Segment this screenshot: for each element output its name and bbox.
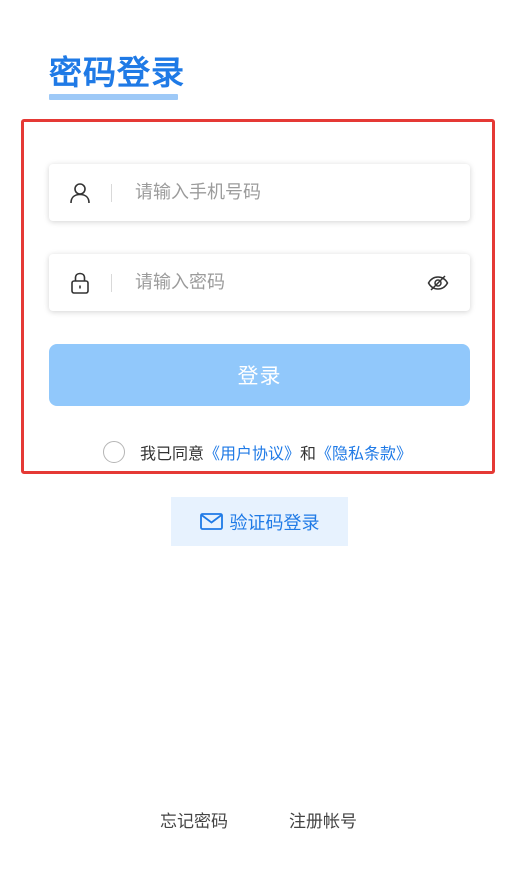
eye-hidden-icon[interactable]	[406, 274, 470, 291]
agreement-row: 我已同意 《用户协议》 和 《隐私条款》	[103, 440, 412, 464]
mail-icon	[199, 513, 223, 530]
user-agreement-link[interactable]: 《用户协议》	[204, 440, 300, 464]
register-link[interactable]: 注册帐号	[289, 807, 357, 832]
footer-links: 忘记密码 注册帐号	[0, 807, 517, 832]
forgot-password-link[interactable]: 忘记密码	[160, 807, 228, 832]
login-page: 密码登录 登录	[0, 0, 517, 887]
agreement-prefix: 我已同意	[140, 444, 205, 463]
phone-input[interactable]	[112, 164, 470, 221]
agreement-checkbox[interactable]	[103, 441, 125, 463]
sms-login-button[interactable]: 验证码登录	[171, 497, 348, 546]
title-underline	[49, 94, 178, 100]
agreement-conjunction: 和	[300, 444, 317, 463]
login-button[interactable]: 登录	[49, 344, 470, 406]
page-title: 密码登录	[49, 53, 185, 92]
page-title-block: 密码登录	[49, 52, 185, 100]
phone-field[interactable]	[49, 164, 470, 221]
lock-icon	[49, 272, 111, 294]
user-icon	[49, 182, 111, 204]
password-field[interactable]	[49, 254, 470, 311]
sms-login-label: 验证码登录	[229, 512, 320, 534]
password-input[interactable]	[112, 254, 406, 311]
privacy-policy-link[interactable]: 《隐私条款》	[316, 440, 412, 464]
